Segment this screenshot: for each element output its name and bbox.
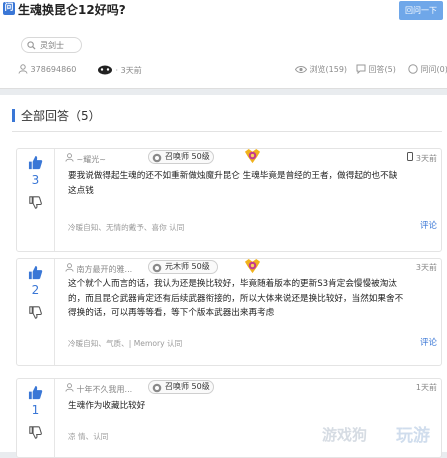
answer-user[interactable]: 南方最开的雅... bbox=[65, 263, 132, 275]
question-time: · 3天前 bbox=[115, 66, 142, 75]
answer-card: 3 ~耀光~ 召唤师 50级 3天前 要我说做得起生魂的还不如重新做烛魔升昆仑 … bbox=[16, 148, 442, 252]
rank-emblem-icon bbox=[152, 153, 162, 163]
answer-card: 1 十年不久我用... 召唤师 50级 1天前 生魂作为收藏比较好 凉 情、认同 bbox=[16, 378, 442, 458]
question-card: 问 生魂换昆仑12好吗? 回问一下 灵剑士 378694860 · 3天前 浏览… bbox=[0, 0, 447, 89]
vote-column: 2 bbox=[17, 259, 55, 365]
search-icon bbox=[27, 41, 36, 50]
ask-also-button[interactable]: 回问一下 bbox=[399, 1, 443, 20]
watermark-logo-secondary: 玩游 bbox=[396, 426, 430, 446]
thumbs-down-icon[interactable] bbox=[29, 426, 42, 439]
answer-user[interactable]: ~耀光~ bbox=[65, 153, 106, 165]
vote-count: 2 bbox=[31, 283, 40, 297]
asker-info: 378694860 bbox=[18, 64, 76, 74]
vote-count: 3 bbox=[31, 173, 40, 187]
answer-text: 生魂作为收藏比较好 bbox=[68, 401, 146, 411]
rank-badge: 召唤师 50级 bbox=[148, 150, 214, 164]
answer-text: 要我说做得起生魂的还不如重新做烛魔升昆仑 生魂毕竟是曾经的王者，做得起的也不缺 … bbox=[68, 171, 398, 196]
divider bbox=[0, 89, 447, 94]
user-icon bbox=[65, 263, 74, 272]
mobile-icon bbox=[407, 152, 414, 161]
vote-count: 1 bbox=[31, 403, 40, 417]
answers-count: 回答(5) bbox=[356, 64, 396, 75]
section-title: 全部回答（5） bbox=[21, 109, 101, 123]
thumbs-up-icon[interactable] bbox=[28, 155, 43, 170]
game-avatar-icon bbox=[98, 65, 112, 75]
comment-link[interactable]: 评论 bbox=[420, 219, 437, 231]
rank-emblem-icon bbox=[152, 383, 162, 393]
agree-list: 冷暖自知、气质、| Memory 认同 bbox=[68, 339, 183, 348]
tag-chip[interactable]: 灵剑士 bbox=[21, 37, 82, 53]
asker-time: · 3天前 bbox=[97, 64, 142, 76]
section-divider bbox=[12, 131, 442, 132]
thumbs-down-icon[interactable] bbox=[29, 306, 42, 319]
answers-panel: 全部回答（5） 3 ~耀光~ 召唤师 50级 3天前 要我说做得起生魂的还不如重… bbox=[0, 95, 447, 458]
rank-emblem-icon bbox=[152, 263, 162, 273]
rank-badge: 召唤师 50级 bbox=[148, 380, 214, 394]
user-icon bbox=[18, 64, 28, 74]
watermark-logo: 游戏狗 bbox=[322, 426, 368, 444]
comment-link[interactable]: 评论 bbox=[420, 336, 437, 348]
asker-id[interactable]: 378694860 bbox=[31, 65, 77, 74]
question-circle-icon bbox=[408, 64, 418, 74]
rank-badge: 元木师 50级 bbox=[148, 260, 218, 274]
question-badge: 问 bbox=[3, 2, 15, 15]
vote-column: 3 bbox=[17, 149, 55, 251]
vote-column: 1 bbox=[17, 379, 55, 457]
answer-time: 3天前 bbox=[415, 263, 437, 272]
thumbs-down-icon[interactable] bbox=[29, 196, 42, 209]
agree-list: 凉 情、认同 bbox=[68, 432, 109, 441]
page: 问 生魂换昆仑12好吗? 回问一下 灵剑士 378694860 · 3天前 浏览… bbox=[0, 0, 447, 458]
tag-label: 灵剑士 bbox=[40, 41, 64, 50]
speech-bubble-icon bbox=[356, 64, 366, 75]
same-question-count[interactable]: 同问(0) bbox=[408, 64, 447, 75]
answer-card: 2 南方最开的雅... 元木师 50级 3天前 这个就个人而言的话，我认为还是换… bbox=[16, 258, 442, 366]
question-title: 生魂换昆仑12好吗? bbox=[18, 3, 126, 17]
answer-time: 3天前 bbox=[407, 152, 437, 164]
thumbs-up-icon[interactable] bbox=[28, 265, 43, 280]
answer-time: 1天前 bbox=[415, 383, 437, 392]
medal-icon bbox=[244, 258, 261, 274]
section-marker bbox=[12, 109, 15, 122]
medal-icon bbox=[244, 148, 261, 164]
eye-icon bbox=[294, 66, 308, 73]
views-count: 浏览(159) bbox=[294, 64, 347, 75]
user-icon bbox=[65, 153, 74, 162]
answer-text: 这个就个人而言的话，我认为还是换比较好，毕竟随着版本的更新S3肯定会慢慢被淘汰 … bbox=[68, 279, 404, 319]
user-icon bbox=[65, 383, 74, 392]
answer-user[interactable]: 十年不久我用... bbox=[65, 383, 132, 395]
agree-list: 冷暖自知、无情的戴予、喜你 认同 bbox=[68, 223, 185, 232]
thumbs-up-icon[interactable] bbox=[28, 385, 43, 400]
